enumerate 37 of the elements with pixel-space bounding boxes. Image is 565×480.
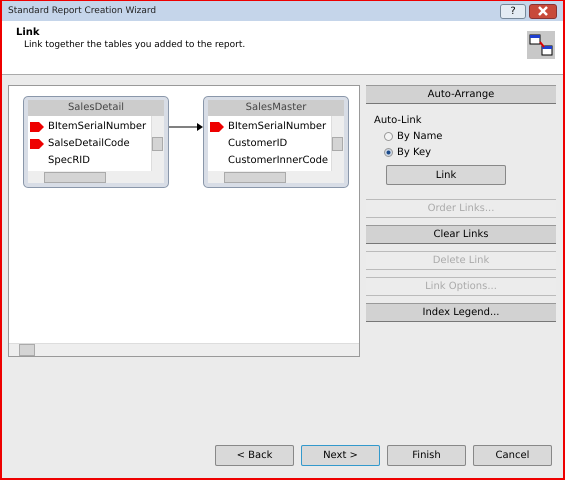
help-button[interactable]: ? — [500, 4, 526, 18]
field-name[interactable]: SalseDetailCode — [48, 138, 130, 149]
wizard-button[interactable]: Next > — [301, 445, 380, 466]
page-title: Link — [16, 27, 41, 38]
radio-button[interactable]: By Name — [384, 131, 556, 142]
close-button[interactable] — [529, 4, 557, 18]
horizontal-scrollbar[interactable] — [9, 343, 359, 356]
horizontal-scrollbar[interactable] — [208, 171, 344, 183]
wizard-button[interactable]: Cancel — [473, 445, 552, 466]
vertical-scrollbar[interactable] — [331, 116, 344, 171]
auto-arrange-button[interactable]: Auto-Arrange — [366, 85, 556, 104]
field-name[interactable]: CustomerID — [228, 138, 288, 149]
action-button[interactable]: Index Legend... — [366, 303, 556, 322]
table-box[interactable]: SalesDetail BItemSerialNumber SalseDetailCode SpecRID — [23, 96, 169, 188]
link-button[interactable]: Link — [386, 165, 506, 185]
vertical-scrollbar[interactable] — [151, 116, 164, 171]
field-name[interactable]: SpecRID — [48, 155, 90, 166]
field-name[interactable]: CustomerInnerCode — [228, 155, 328, 166]
table-name: SalesMaster — [208, 100, 344, 116]
window-title: Standard Report Creation Wizard — [8, 6, 156, 16]
auto-link-label: Auto-Link — [374, 115, 422, 126]
wizard-button[interactable]: < Back — [215, 445, 294, 466]
horizontal-scrollbar[interactable] — [28, 171, 164, 183]
linked-tables-icon — [527, 31, 555, 59]
wizard-button[interactable]: Finish — [387, 445, 466, 466]
key-icon — [30, 122, 44, 132]
table-name: SalesDetail — [28, 100, 164, 116]
table-box[interactable]: SalesMaster BItemSerialNumber CustomerID CustomerInnerCode — [203, 96, 349, 188]
page-subtitle: Link together the tables you added to the report. — [23, 40, 246, 50]
close-icon — [536, 6, 550, 16]
key-icon — [210, 122, 224, 132]
link-arrow — [169, 122, 203, 132]
action-button[interactable]: Clear Links — [366, 225, 556, 244]
radio-button[interactable]: By Key — [384, 147, 556, 158]
key-icon — [30, 138, 44, 148]
field-name[interactable]: BItemSerialNumber — [228, 121, 326, 132]
field-name[interactable]: BItemSerialNumber — [48, 121, 146, 132]
